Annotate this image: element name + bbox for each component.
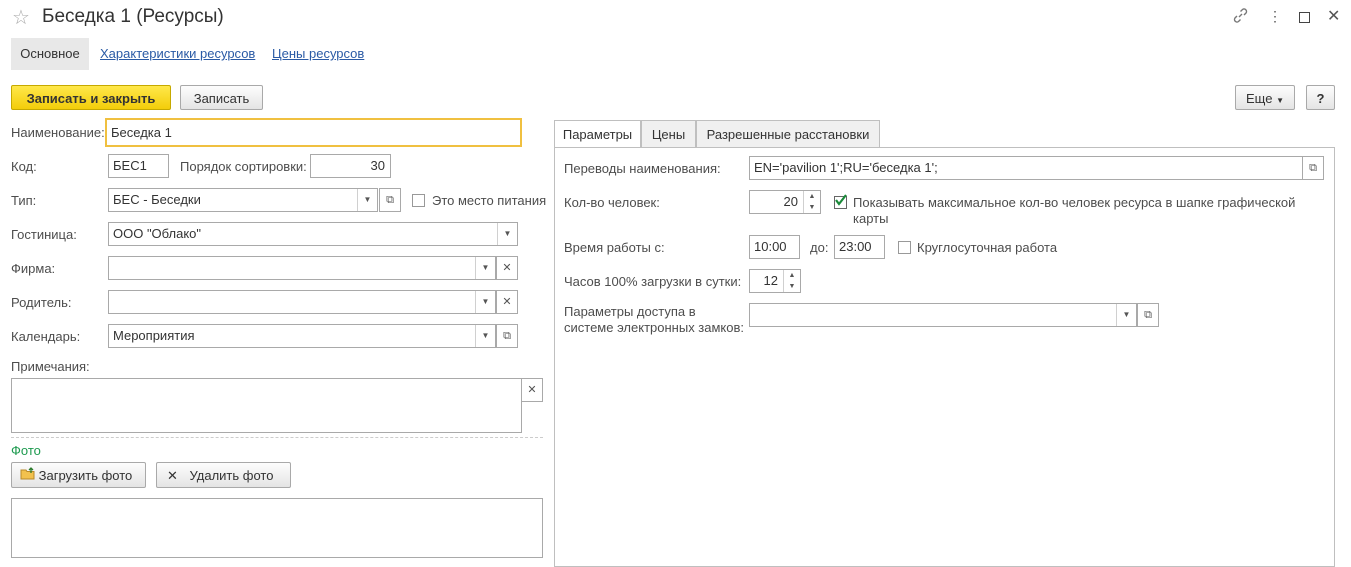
save-and-close-button[interactable]: Записать и закрыть	[11, 85, 171, 110]
show-max-checkbox[interactable]	[834, 194, 847, 209]
link-icon[interactable]	[1232, 7, 1249, 27]
open-icon[interactable]: ⧉	[1137, 303, 1159, 327]
firm-select[interactable]: ▼	[108, 256, 496, 280]
work-from-label: Время работы с:	[564, 240, 665, 255]
dropdown-arrow-icon[interactable]: ▼	[357, 189, 377, 211]
upload-photo-label: Загрузить фото	[38, 468, 133, 483]
hotel-label: Гостиница:	[11, 227, 77, 242]
delete-photo-label: Удалить фото	[189, 468, 274, 483]
help-button[interactable]: ?	[1306, 85, 1335, 110]
dropdown-arrow-icon[interactable]: ▼	[497, 223, 517, 245]
translations-label: Переводы наименования:	[564, 161, 721, 176]
favorite-star-icon[interactable]: ☆	[12, 5, 30, 30]
open-icon[interactable]: ⧉	[379, 188, 401, 212]
type-label: Тип:	[11, 193, 37, 208]
calendar-value: Мероприятия	[113, 328, 195, 343]
tab-parameters[interactable]: Параметры	[554, 120, 641, 148]
hotel-select[interactable]: ООО "Облако" ▼	[108, 222, 518, 246]
access-label: Параметры доступа в системе электронных …	[564, 304, 745, 335]
firm-label: Фирма:	[11, 261, 56, 276]
clear-icon[interactable]: ✕	[521, 378, 543, 402]
name-input[interactable]: Беседка 1	[105, 118, 522, 147]
checkmark-icon	[835, 194, 847, 206]
food-place-checkbox[interactable]	[412, 194, 425, 207]
clear-icon[interactable]: ✕	[496, 290, 518, 314]
calendar-label: Календарь:	[11, 329, 81, 344]
photo-label: Фото	[11, 443, 41, 458]
sort-order-input[interactable]: 30	[310, 154, 391, 178]
delete-photo-button[interactable]: ✕ Удалить фото	[156, 462, 291, 488]
nav-tab-characteristics[interactable]: Характеристики ресурсов	[100, 38, 255, 70]
more-button[interactable]: Еще ▼	[1235, 85, 1295, 110]
dropdown-arrow-icon[interactable]: ▼	[475, 325, 495, 347]
nav-tab-main[interactable]: Основное	[11, 38, 89, 70]
notes-textarea[interactable]	[11, 378, 522, 433]
translations-input[interactable]: EN='pavilion 1';RU='беседка 1';	[749, 156, 1303, 180]
dropdown-arrow-icon[interactable]: ▼	[475, 257, 495, 279]
maximize-icon[interactable]	[1299, 12, 1310, 23]
tab-prices[interactable]: Цены	[641, 120, 696, 147]
open-icon[interactable]: ⧉	[496, 324, 518, 348]
code-input[interactable]: БЕС1	[108, 154, 169, 178]
people-count-input[interactable]: 20 ▲ ▼	[749, 190, 821, 214]
notes-label: Примечания:	[11, 359, 90, 374]
spinner-icon[interactable]: ▲ ▼	[783, 270, 800, 292]
dropdown-arrow-icon[interactable]: ▼	[1116, 304, 1136, 326]
open-icon[interactable]: ⧉	[1302, 156, 1324, 180]
code-label: Код:	[11, 159, 37, 174]
name-label: Наименование:	[11, 125, 105, 140]
work-to-label: до:	[810, 240, 829, 255]
more-vert-icon[interactable]: ⋮	[1268, 8, 1282, 25]
upload-photo-button[interactable]: Загрузить фото	[11, 462, 146, 488]
type-value: БЕС - Беседки	[113, 192, 201, 207]
sort-order-label: Порядок сортировки:	[180, 159, 307, 174]
work-to-input[interactable]: 23:00	[834, 235, 885, 259]
divider	[11, 437, 543, 438]
work-from-input[interactable]: 10:00	[749, 235, 800, 259]
calendar-select[interactable]: Мероприятия ▼	[108, 324, 496, 348]
people-count-value: 20	[783, 194, 798, 209]
allday-label: Круглосуточная работа	[917, 240, 1058, 255]
close-icon[interactable]: ✕	[1327, 6, 1340, 26]
dropdown-arrow-icon[interactable]: ▼	[475, 291, 495, 313]
parent-label: Родитель:	[11, 295, 72, 310]
type-select[interactable]: БЕС - Беседки ▼	[108, 188, 378, 212]
tab-allowed-arrangements[interactable]: Разрешенные расстановки	[696, 120, 880, 147]
hours-value: 12	[763, 273, 778, 288]
chevron-down-icon: ▼	[1276, 96, 1284, 105]
hours-input[interactable]: 12 ▲ ▼	[749, 269, 801, 293]
show-max-label: Показывать максимальное кол-во человек р…	[853, 195, 1296, 226]
hours-label: Часов 100% загрузки в сутки:	[564, 274, 742, 289]
window-title: Беседка 1 (Ресурсы)	[42, 6, 224, 27]
food-place-label: Это место питания	[432, 193, 547, 208]
folder-upload-icon	[20, 463, 35, 488]
save-button[interactable]: Записать	[180, 85, 263, 110]
access-select[interactable]: ▼	[749, 303, 1137, 327]
spinner-icon[interactable]: ▲ ▼	[803, 191, 820, 213]
people-count-label: Кол-во человек:	[564, 195, 660, 210]
hotel-value: ООО "Облако"	[113, 226, 202, 241]
clear-icon[interactable]: ✕	[496, 256, 518, 280]
parent-select[interactable]: ▼	[108, 290, 496, 314]
allday-checkbox[interactable]	[898, 241, 911, 254]
photo-area[interactable]	[11, 498, 543, 558]
delete-icon: ✕	[167, 468, 178, 483]
nav-tab-prices[interactable]: Цены ресурсов	[272, 38, 364, 70]
more-label: Еще	[1246, 91, 1273, 106]
